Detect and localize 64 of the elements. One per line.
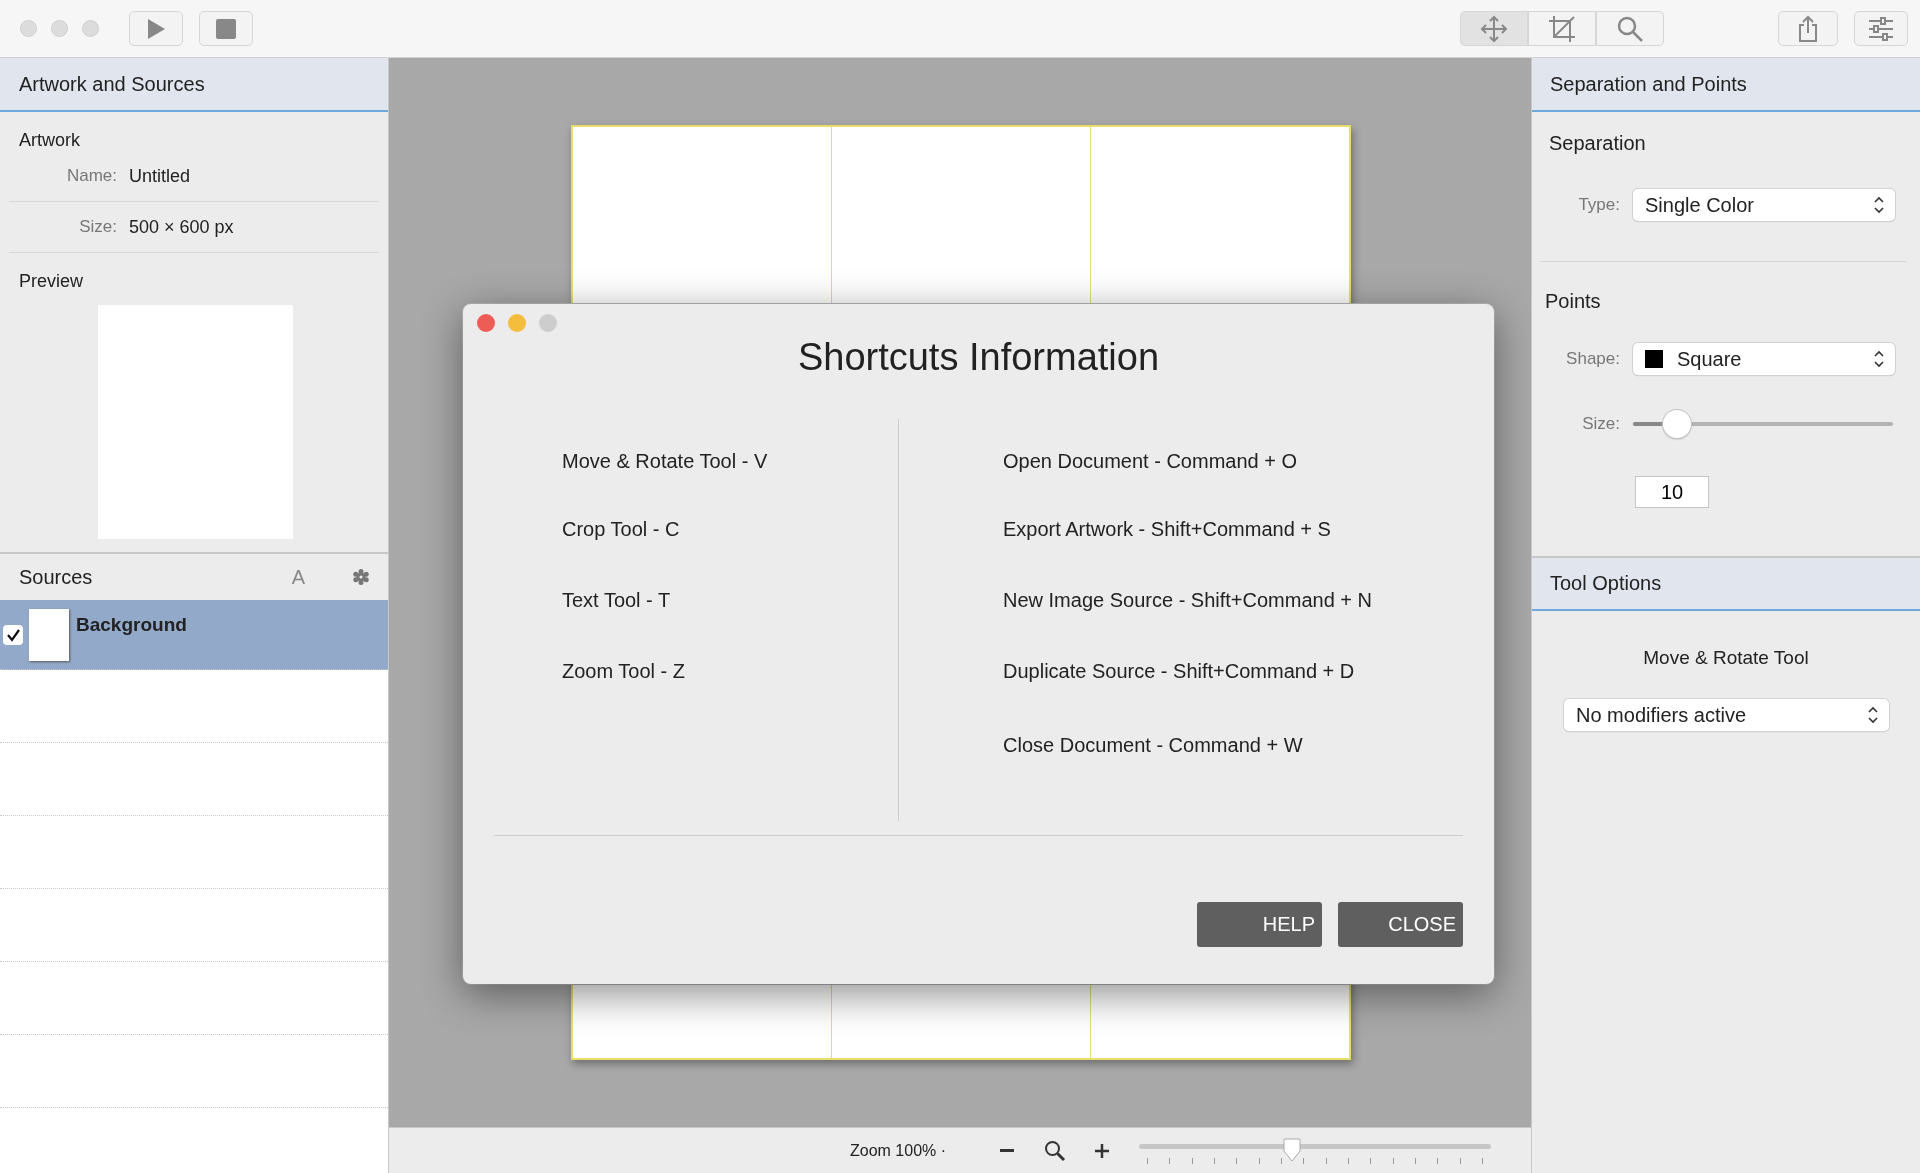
shortcut-text: Duplicate Source - Shift+Command + D (1003, 660, 1356, 682)
checkmark-icon (6, 627, 20, 642)
settings-button[interactable] (1854, 11, 1908, 46)
field-value: Untitled (129, 165, 191, 187)
share-button[interactable] (1778, 11, 1838, 46)
shape-dropdown[interactable]: Square (1633, 343, 1895, 375)
field-label: Shape: (1565, 349, 1621, 369)
modifiers-dropdown[interactable]: No modifiers active (1564, 699, 1889, 731)
section-heading: Separation (1548, 131, 1647, 155)
section-heading: Points (1544, 289, 1602, 313)
slider-thumb[interactable] (1663, 410, 1692, 438)
shortcut-text: Move & Rotate Tool - V (562, 450, 769, 472)
zoom-slider[interactable] (1139, 1137, 1492, 1164)
sliders-icon (1867, 16, 1895, 41)
source-name: Background (76, 614, 187, 636)
move-tool-button[interactable] (1460, 11, 1528, 46)
section-heading: Sources (19, 565, 93, 589)
zoom-label: Zoom 100% · (850, 1141, 947, 1160)
section-heading: Preview (19, 271, 85, 292)
shortcut-text: Crop Tool - C (562, 518, 681, 540)
shortcut-text: New Image Source - Shift+Command + N (1003, 589, 1373, 611)
shortcut-text: Text Tool - T (562, 589, 672, 611)
help-button[interactable]: HELP (1197, 902, 1322, 947)
source-row[interactable]: Background (0, 600, 388, 670)
search-icon[interactable] (1044, 1139, 1067, 1162)
field-label: Name: (65, 166, 118, 186)
shortcut-text: Export Artwork - Shift+Command + S (1003, 518, 1332, 540)
checkbox[interactable] (3, 624, 23, 645)
size-slider[interactable] (1633, 410, 1893, 438)
slider-thumb[interactable] (1282, 1137, 1301, 1162)
panel-title: Artwork and Sources (19, 72, 205, 96)
zoom-tool-button[interactable] (1596, 11, 1664, 46)
panel-title: Separation and Points (1550, 72, 1747, 96)
panel-title: Tool Options (1550, 572, 1662, 595)
type-dropdown[interactable]: Single Color (1633, 189, 1895, 221)
up-down-arrows-icon (1873, 195, 1885, 215)
field-label: Size: (1581, 414, 1621, 434)
gear-icon[interactable] (353, 569, 369, 585)
stop-icon (216, 18, 236, 39)
shortcut-text: Close Document - Command + W (1003, 734, 1304, 756)
up-down-arrows-icon (1873, 349, 1885, 369)
dialog-title: Shortcuts Information (797, 336, 1160, 379)
up-down-arrows-icon (1867, 705, 1879, 725)
field-label: Size: (78, 217, 118, 237)
field-label: Type: (1577, 195, 1621, 215)
section-heading: Artwork (19, 130, 81, 151)
move-arrows-icon (1479, 13, 1509, 44)
tool-name: Move & Rotate Tool (1642, 647, 1810, 669)
crop-tool-button[interactable] (1528, 11, 1596, 46)
plus-icon[interactable] (1095, 1143, 1110, 1158)
shortcut-text: Zoom Tool - Z (562, 660, 686, 682)
play-button[interactable] (129, 11, 183, 46)
crop-icon (1547, 13, 1577, 44)
square-swatch-icon (1645, 350, 1663, 368)
size-input-field[interactable]: 10 (1635, 476, 1709, 508)
shortcut-text: Open Document - Command + O (1003, 450, 1298, 472)
close-button[interactable] (477, 314, 495, 332)
field-value: 500 × 600 px (129, 216, 234, 238)
share-icon (1797, 14, 1819, 43)
close-button[interactable]: CLOSE (1338, 902, 1463, 947)
play-icon (146, 17, 166, 40)
minus-icon[interactable] (1000, 1148, 1015, 1153)
source-thumbnail (29, 608, 69, 661)
stop-button[interactable] (199, 11, 253, 46)
